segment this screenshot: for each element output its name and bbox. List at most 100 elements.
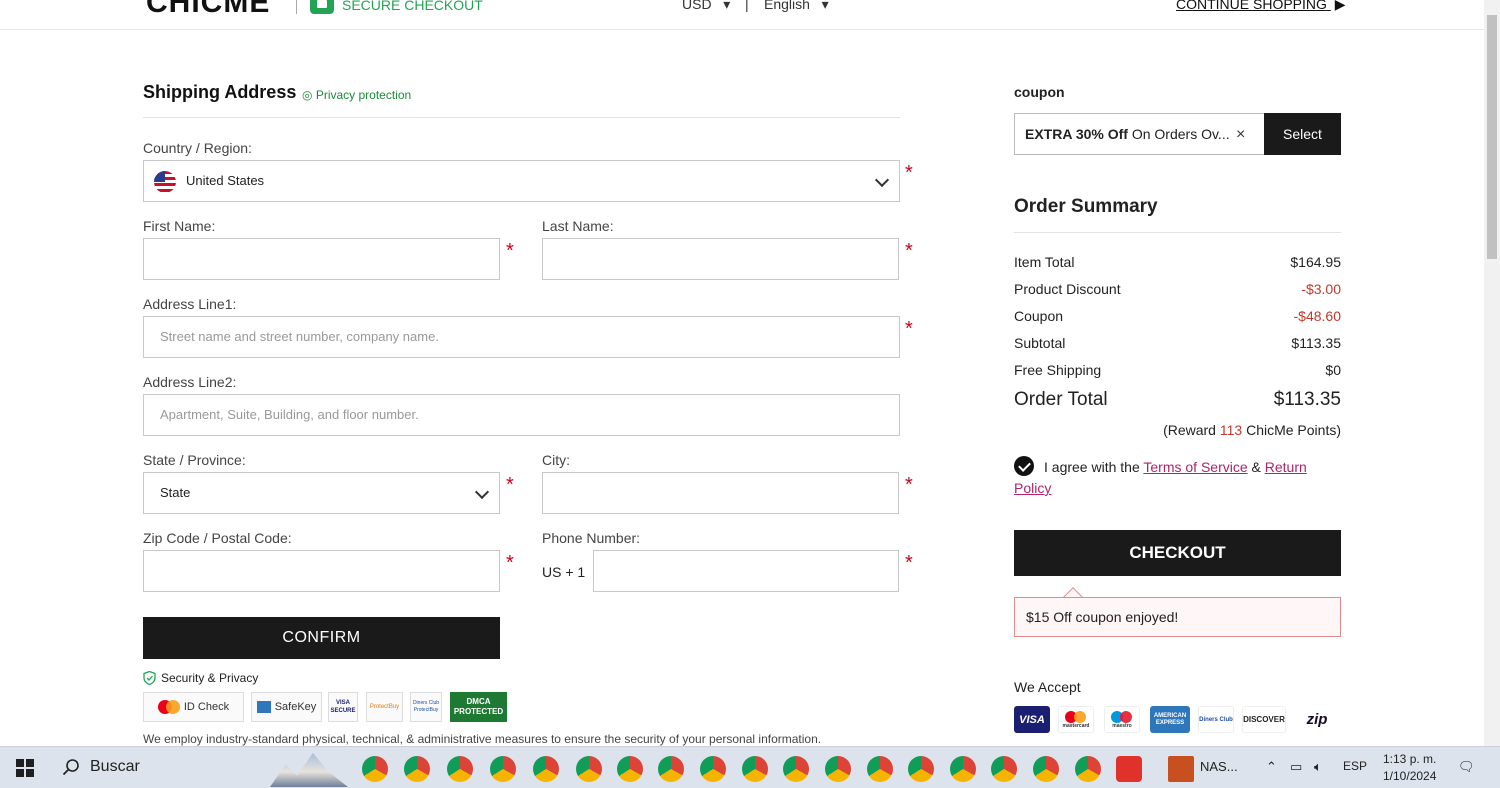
summary-row-subtotal: Subtotal $113.35 (1014, 335, 1341, 351)
zip-input[interactable] (143, 550, 500, 592)
zip-label: Zip Code / Postal Code: (143, 530, 292, 546)
continue-shopping-link[interactable]: CONTINUE SHOPPING ▶ (1176, 0, 1346, 13)
we-accept-label: We Accept (1014, 679, 1081, 695)
scrollbar-thumb[interactable] (1487, 15, 1497, 259)
state-label: State / Province: (143, 452, 246, 468)
mastercard-icon (157, 700, 180, 714)
maestro-card-icon: maestro (1104, 706, 1140, 733)
address-line1-label: Address Line1: (143, 296, 237, 312)
shield-check-icon (143, 671, 156, 685)
mastercard-card-icon: mastercard (1058, 706, 1094, 733)
address-line2-input[interactable]: Apartment, Suite, Building, and floor nu… (143, 394, 900, 436)
network-icon[interactable]: ▭ (1290, 759, 1302, 775)
country-label: Country / Region: (143, 140, 252, 156)
express-vpn-icon[interactable] (1116, 756, 1142, 782)
chevron-up-icon[interactable]: ⌃ (1266, 759, 1277, 775)
header-separator: | (745, 0, 749, 12)
order-summary-title: Order Summary (1014, 196, 1158, 217)
chrome-app-icon[interactable] (867, 756, 893, 782)
first-name-input[interactable] (143, 238, 500, 280)
chrome-app-icon[interactable] (700, 756, 726, 782)
summary-row-item-total: Item Total $164.95 (1014, 254, 1341, 270)
coupon-input[interactable]: EXTRA 30% Off On Orders Ov... (1014, 113, 1265, 155)
caret-down-icon: ▾ (813, 0, 829, 12)
divider (143, 117, 900, 118)
play-arrow-icon: ▶ (1334, 0, 1346, 12)
address-line2-label: Address Line2: (143, 374, 237, 390)
language-indicator[interactable]: ESP (1343, 759, 1367, 773)
divider (1014, 232, 1341, 233)
amex-icon (256, 701, 271, 713)
chrome-app-icon[interactable] (1075, 756, 1101, 782)
windows-taskbar: Buscar NAS... ⌃ ▭ 🔈︎ ESP 1:13 p. m. 1/10… (0, 746, 1500, 788)
chevron-down-icon (474, 484, 490, 500)
caret-down-icon: ▾ (715, 0, 731, 12)
nas-app-label[interactable]: NAS... (1200, 759, 1238, 774)
required-mark: * (905, 240, 913, 262)
chrome-app-icon[interactable] (908, 756, 934, 782)
required-mark: * (905, 318, 913, 340)
agree-checkbox[interactable] (1014, 456, 1034, 476)
search-highlight-image (270, 752, 348, 787)
required-mark: * (905, 474, 913, 496)
privacy-protection-link[interactable]: ◎ Privacy protection (302, 88, 411, 102)
top-header: CHICME SECURE CHECKOUT USD ▾ | English ▾… (0, 0, 1484, 30)
windows-start-icon[interactable] (16, 759, 34, 777)
chrome-app-icon[interactable] (991, 756, 1017, 782)
chrome-app-icon[interactable] (825, 756, 851, 782)
chrome-app-icon[interactable] (404, 756, 430, 782)
chrome-app-icon[interactable] (576, 756, 602, 782)
chrome-app-icon[interactable] (362, 756, 388, 782)
taskbar-clock[interactable]: 1:13 p. m. 1/10/2024 (1383, 751, 1436, 785)
badge-protectbuy: ProtectBuy (366, 692, 403, 722)
lock-icon (310, 0, 334, 14)
coupon-toast: $15 Off coupon enjoyed! (1014, 597, 1341, 637)
required-mark: * (506, 474, 514, 496)
taskbar-search[interactable]: Buscar (62, 758, 140, 776)
chrome-app-icon[interactable] (783, 756, 809, 782)
summary-row-coupon: Coupon -$48.60 (1014, 308, 1341, 324)
chrome-app-icon[interactable] (533, 756, 559, 782)
clear-coupon-icon[interactable]: × (1236, 126, 1245, 144)
last-name-label: Last Name: (542, 218, 614, 234)
address-line1-input[interactable]: Street name and street number, company n… (143, 316, 900, 358)
us-flag-icon (154, 170, 176, 193)
logo[interactable]: CHICME (146, 0, 270, 20)
security-privacy: Security & Privacy (143, 671, 258, 685)
chrome-app-icon[interactable] (950, 756, 976, 782)
chrome-app-icon[interactable] (490, 756, 516, 782)
notifications-icon[interactable]: 🗨︎ (1458, 759, 1475, 775)
chrome-app-icon[interactable] (658, 756, 684, 782)
reward-points: (Reward 113 ChicMe Points) (1163, 422, 1341, 438)
confirm-button[interactable]: CONFIRM (143, 617, 500, 659)
phone-input[interactable] (593, 550, 899, 592)
search-icon (62, 759, 79, 776)
volume-icon[interactable]: 🔈︎ (1314, 759, 1322, 775)
select-coupon-button[interactable]: Select (1264, 113, 1341, 155)
language-select[interactable]: English ▾ (764, 0, 829, 13)
checkout-button[interactable]: CHECKOUT (1014, 530, 1341, 576)
discover-card-icon: DISCOVER (1242, 706, 1286, 733)
city-label: City: (542, 452, 570, 468)
badge-id-check: ID Check (143, 692, 244, 722)
logo-divider (296, 0, 297, 14)
nas-app-icon[interactable] (1168, 756, 1194, 782)
shipping-address-title: Shipping Address (143, 82, 297, 102)
required-mark: * (506, 552, 514, 574)
last-name-input[interactable] (542, 238, 899, 280)
state-select[interactable]: State (143, 472, 500, 514)
city-input[interactable] (542, 472, 899, 514)
secure-checkout: SECURE CHECKOUT (310, 0, 483, 14)
chrome-app-icon[interactable] (617, 756, 643, 782)
chrome-app-icon[interactable] (1033, 756, 1059, 782)
chrome-app-icon[interactable] (447, 756, 473, 782)
country-select[interactable]: United States (143, 160, 900, 202)
terms-of-service-link[interactable]: Terms of Service (1143, 459, 1247, 475)
currency-select[interactable]: USD ▾ (682, 0, 730, 13)
visa-card-icon: VISA (1014, 706, 1050, 733)
security-disclaimer: We employ industry-standard physical, te… (143, 732, 822, 746)
summary-row-order-total: Order Total $113.35 (1014, 389, 1341, 410)
chrome-app-icon[interactable] (742, 756, 768, 782)
badge-visa-secure: VISA SECURE (328, 692, 358, 722)
badge-safekey: SafeKey (251, 692, 322, 722)
